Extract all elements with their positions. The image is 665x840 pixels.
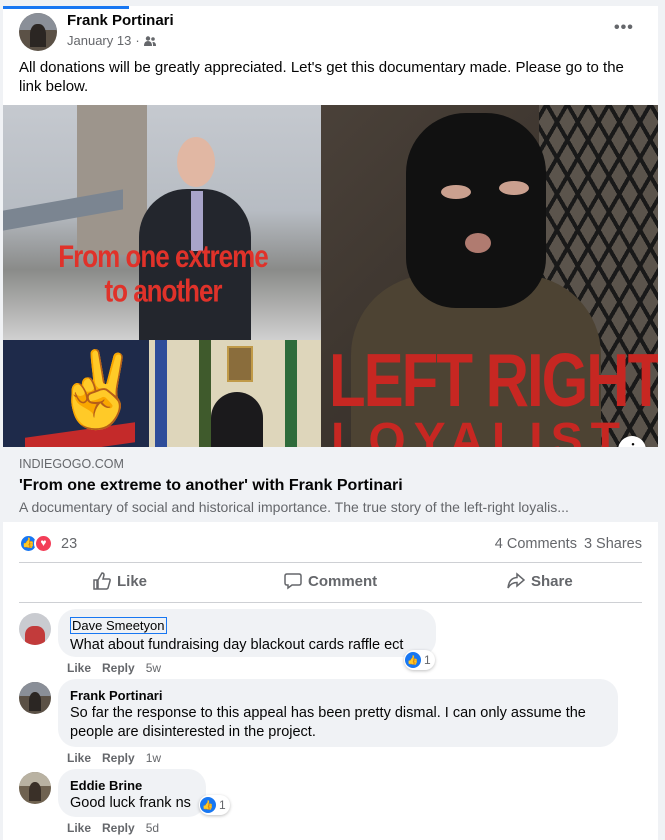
thumbs-up-icon: [93, 572, 111, 590]
link-description: A documentary of social and historical i…: [19, 499, 569, 515]
comment-text: Good luck frank ns: [70, 795, 191, 811]
poster-right-panel: LEFT RIGHT LOYALIST: [321, 105, 658, 447]
poster-subtitle: LOYALIST: [331, 414, 628, 448]
commenter-name[interactable]: Eddie Brine: [70, 777, 194, 794]
commenter-name[interactable]: Dave Smeetyon: [70, 617, 167, 634]
more-options-icon[interactable]: •••: [614, 19, 634, 37]
office-photo: [149, 340, 321, 447]
reactions-summary[interactable]: 👍 ♥ 23: [19, 534, 77, 553]
comment-bubble: Dave Smeetyon What about fundraising day…: [58, 609, 436, 657]
comment-reply-link[interactable]: Reply: [102, 661, 135, 675]
comment-reactions[interactable]: 👍 1: [199, 795, 230, 815]
share-button[interactable]: Share: [507, 572, 573, 590]
meta-separator: ·: [135, 33, 140, 48]
comment-like-link[interactable]: Like: [67, 821, 91, 835]
like-reaction-icon: 👍: [405, 652, 421, 668]
comment-actions: Like Reply 1w: [67, 751, 161, 765]
post-card: Frank Portinari January 13 · ••• All don…: [3, 6, 658, 840]
masked-man: [406, 113, 546, 308]
comment-bubble: Frank Portinari So far the response to t…: [58, 679, 618, 747]
comment-button[interactable]: Comment: [284, 572, 377, 590]
post-date[interactable]: January 13: [67, 33, 131, 48]
comment-actions: Like Reply 5d: [67, 821, 159, 835]
comments-count[interactable]: 4 Comments: [495, 536, 577, 552]
comment-time[interactable]: 5w: [146, 661, 161, 675]
share-icon: [507, 572, 525, 589]
comment-reply-link[interactable]: Reply: [102, 751, 135, 765]
commenter-avatar[interactable]: [19, 613, 51, 645]
love-reaction-icon: ♥: [34, 534, 53, 553]
poster-title: LEFT RIGHT: [329, 338, 658, 423]
comment-bubble: Eddie Brine Good luck frank ns: [58, 769, 206, 817]
link-title[interactable]: 'From one extreme to another' with Frank…: [19, 477, 403, 495]
comment-actions: Like Reply 5w: [67, 661, 161, 675]
poster-left-panel: From one extreme to another: [3, 105, 321, 340]
comment-text: What about fundraising day blackout card…: [70, 637, 404, 653]
like-reaction-icon: 👍: [200, 797, 216, 813]
commenter-name[interactable]: Frank Portinari: [70, 687, 606, 704]
post-text: All donations will be greatly appreciate…: [19, 59, 624, 95]
comment-reply-link[interactable]: Reply: [102, 821, 135, 835]
divider: [19, 602, 642, 603]
link-domain: INDIEGOGO.COM: [19, 457, 124, 471]
link-preview[interactable]: INDIEGOGO.COM 'From one extreme to anoth…: [3, 447, 658, 522]
comment-text: So far the response to this appeal has b…: [70, 705, 586, 740]
author-avatar[interactable]: [19, 13, 57, 51]
active-tab-indicator: [3, 6, 129, 9]
comment-reactions[interactable]: 👍 1: [404, 650, 435, 670]
peace-sign-icon: ✌: [51, 348, 144, 431]
comment-like-link[interactable]: Like: [67, 661, 91, 675]
author-name[interactable]: Frank Portinari: [67, 12, 174, 29]
comment-icon: [284, 573, 302, 590]
post-meta: January 13 ·: [67, 33, 156, 48]
link-preview-image[interactable]: From one extreme to another LEFT RIGHT L…: [3, 105, 658, 447]
friends-icon: [143, 35, 156, 46]
comment-time[interactable]: 1w: [146, 751, 161, 765]
commenter-avatar[interactable]: [19, 772, 51, 804]
engagement-counts: 4 Comments 3 Shares: [495, 536, 642, 552]
comment-like-link[interactable]: Like: [67, 751, 91, 765]
shares-count[interactable]: 3 Shares: [584, 536, 642, 552]
poster-caption: From one extreme to another: [58, 238, 268, 309]
reaction-count: 23: [61, 535, 78, 552]
commenter-avatar[interactable]: [19, 682, 51, 714]
like-button[interactable]: Like: [93, 572, 147, 590]
peace-hand-graphic: ✌: [3, 340, 149, 447]
divider: [19, 562, 642, 563]
comment-time[interactable]: 5d: [146, 821, 159, 835]
